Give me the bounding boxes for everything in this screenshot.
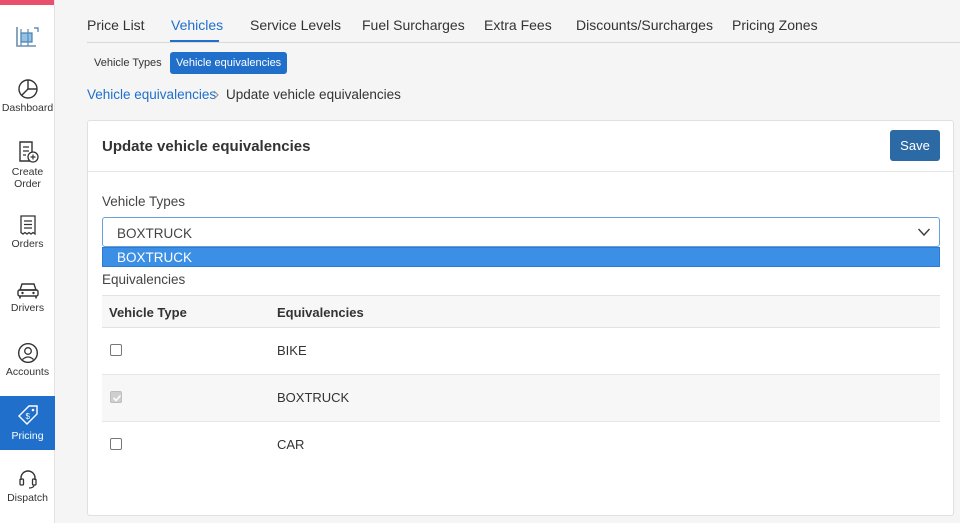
svg-text:$: $ — [25, 412, 30, 421]
table-row: BIKE — [102, 328, 940, 375]
sidebar-item-label: Create Order — [11, 166, 44, 190]
sidebar-item-label: Drivers — [10, 302, 45, 314]
car-icon — [16, 283, 39, 299]
save-button[interactable]: Save — [890, 130, 940, 161]
sidebar-item-label: Orders — [11, 238, 44, 250]
price-tag-icon: $ — [17, 405, 38, 425]
receipt-icon — [19, 215, 36, 236]
equivalency-checkbox-bike[interactable] — [110, 344, 122, 356]
breadcrumb-separator — [212, 87, 220, 103]
tab-discounts-surcharges[interactable]: Discounts/Surcharges — [576, 17, 713, 33]
vehicle-name: CAR — [277, 437, 305, 452]
equivalencies-label: Equivalencies — [102, 272, 186, 287]
tab-vehicles[interactable]: Vehicles — [171, 17, 223, 33]
sidebar-item-label: Accounts — [5, 366, 50, 378]
tab-price-list[interactable]: Price List — [87, 17, 145, 33]
tab-service-levels[interactable]: Service Levels — [250, 17, 341, 33]
app-logo-icon[interactable] — [14, 24, 40, 50]
equivalency-form-card: Update vehicle equivalencies Save Vehicl… — [87, 120, 954, 516]
subtab-vehicle-types[interactable]: Vehicle Types — [88, 52, 168, 74]
new-document-icon — [18, 141, 39, 163]
dropdown-option-boxtruck[interactable]: BOXTRUCK — [117, 250, 192, 265]
tab-pricing-zones[interactable]: Pricing Zones — [732, 17, 818, 33]
sidebar-item-create-order[interactable]: Create Order — [0, 140, 55, 194]
sidebar-item-dispatch[interactable]: Dispatch — [0, 468, 55, 522]
sidebar-item-drivers[interactable]: Drivers — [0, 280, 55, 334]
equivalency-checkbox-boxtruck — [110, 391, 122, 403]
vehicle-name: BIKE — [277, 343, 307, 358]
sidebar-item-accounts[interactable]: Accounts — [0, 342, 55, 396]
sidebar-item-orders[interactable]: Orders — [0, 214, 55, 268]
sidebar-item-pricing[interactable]: $ Pricing — [0, 396, 55, 450]
active-tab-indicator — [170, 40, 219, 42]
breadcrumb-current: Update vehicle equivalencies — [226, 87, 401, 102]
sidebar-item-label: Pricing — [11, 430, 44, 442]
column-header-equivalencies: Equivalencies — [277, 305, 364, 320]
sidebar: Dashboard Create Order Orders Drivers Ac… — [0, 0, 55, 523]
table-row: CAR — [102, 422, 940, 469]
tab-fuel-surcharges[interactable]: Fuel Surcharges — [362, 17, 465, 33]
vehicle-type-select-value: BOXTRUCK — [117, 226, 193, 241]
vehicle-type-select[interactable]: BOXTRUCK — [102, 217, 940, 247]
breadcrumb-parent-link[interactable]: Vehicle equivalencies — [87, 87, 216, 102]
pie-chart-icon — [17, 79, 38, 99]
subtab-vehicle-equivalencies[interactable]: Vehicle equivalencies — [170, 52, 288, 74]
user-circle-icon — [17, 342, 38, 364]
card-title: Update vehicle equivalencies — [102, 138, 311, 155]
pricing-tabs: Price List Vehicles Service Levels Fuel … — [87, 0, 960, 43]
brand-bar — [0, 0, 54, 5]
vehicle-types-label: Vehicle Types — [102, 194, 186, 209]
chevron-down-icon — [917, 228, 931, 237]
sidebar-item-dashboard[interactable]: Dashboard — [0, 78, 55, 132]
column-header-vehicle-type: Vehicle Type — [109, 305, 187, 320]
sidebar-item-label: Dispatch — [7, 492, 48, 504]
card-header: Update vehicle equivalencies Save — [88, 121, 953, 172]
table-header: Vehicle Type Equivalencies — [102, 295, 940, 328]
equivalency-checkbox-car[interactable] — [110, 438, 122, 450]
vehicle-name: BOXTRUCK — [277, 390, 350, 405]
chevron-right-icon — [213, 90, 219, 100]
checkmark-icon — [112, 394, 122, 402]
tab-extra-fees[interactable]: Extra Fees — [484, 17, 552, 33]
headset-icon — [18, 470, 37, 489]
sidebar-item-label: Dashboard — [1, 102, 54, 114]
vehicle-type-dropdown: BOXTRUCK — [102, 247, 940, 267]
table-row: BOXTRUCK — [102, 375, 940, 422]
